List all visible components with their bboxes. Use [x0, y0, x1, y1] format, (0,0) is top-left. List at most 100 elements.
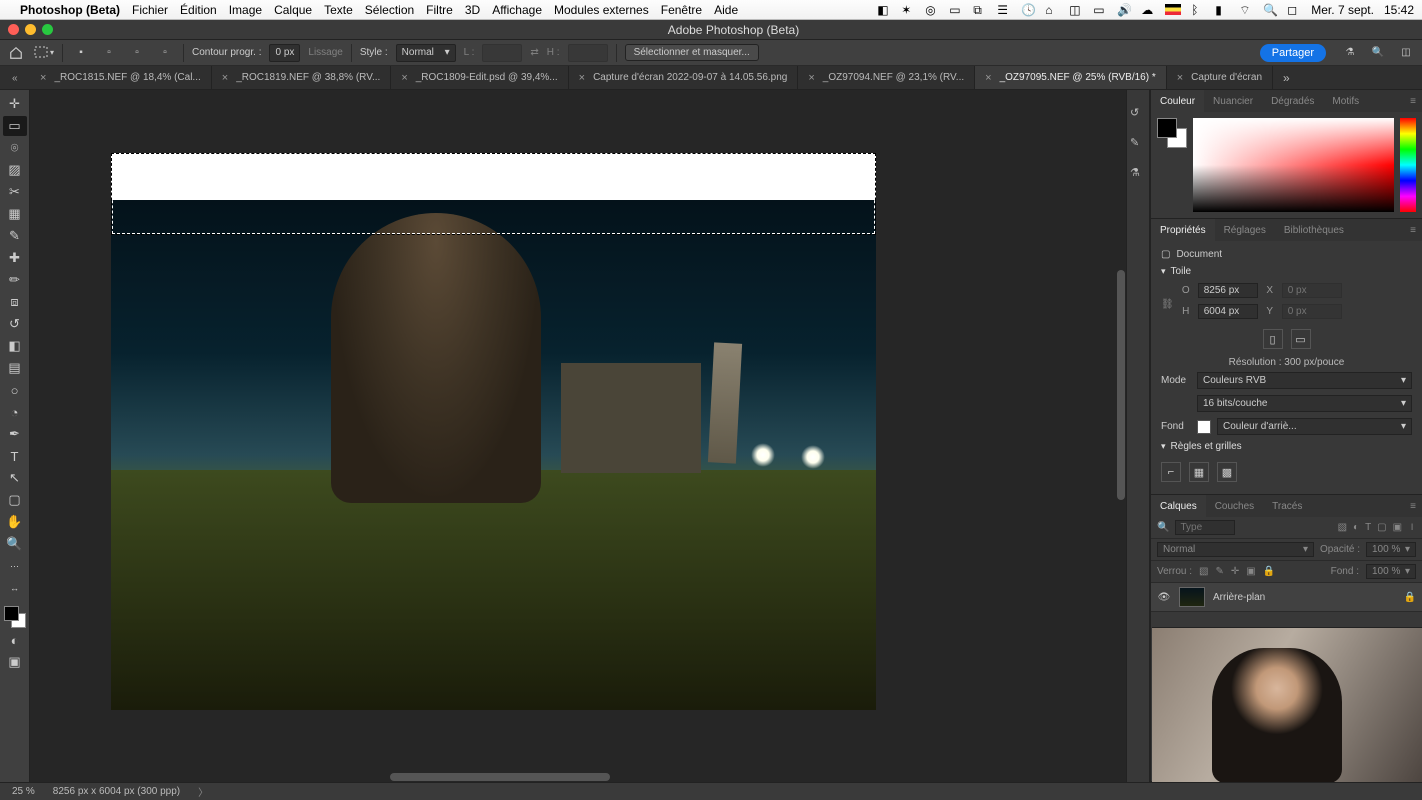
layer-name[interactable]: Arrière-plan	[1213, 592, 1265, 603]
share-button[interactable]: Partager	[1260, 44, 1326, 62]
blend-mode-select[interactable]: Normal▾	[1157, 542, 1314, 557]
close-tab-icon[interactable]: ×	[401, 72, 407, 84]
panel-menu-icon[interactable]: ≡	[1404, 96, 1422, 107]
menu-3d[interactable]: 3D	[465, 3, 480, 17]
rectangle-tool[interactable]: ▢	[3, 490, 27, 510]
doc-tab-5[interactable]: ×_OZ97095.NEF @ 25% (RVB/16) *	[975, 66, 1167, 89]
menu-filtre[interactable]: Filtre	[426, 3, 453, 17]
volume-icon[interactable]: 🔊	[1117, 3, 1131, 17]
color-fg-bg[interactable]	[1157, 118, 1187, 148]
tab-overflow-right[interactable]: »	[1273, 71, 1300, 85]
close-tab-icon[interactable]: ×	[1177, 72, 1183, 84]
workspace-icon[interactable]: ◫	[1396, 43, 1416, 63]
tab-calques[interactable]: Calques	[1151, 495, 1206, 517]
selection-add-icon[interactable]: ▫	[99, 43, 119, 63]
section-toile[interactable]: Toile	[1161, 266, 1412, 277]
tab-reglages[interactable]: Réglages	[1215, 219, 1275, 241]
doc-tab-1[interactable]: ×_ROC1819.NEF @ 38,8% (RV...	[212, 66, 392, 89]
crop-tool[interactable]: ✂	[3, 182, 27, 202]
doc-tab-2[interactable]: ×_ROC1809-Edit.psd @ 39,4%...	[391, 66, 568, 89]
tab-proprietes[interactable]: Propriétés	[1151, 219, 1215, 241]
layer-thumbnail[interactable]	[1179, 587, 1205, 607]
filter-pixel-icon[interactable]: ▧	[1338, 522, 1347, 533]
menuextra-icon-12[interactable]: ☁	[1141, 3, 1155, 17]
lock-transparency-icon[interactable]: ▧	[1199, 566, 1208, 577]
menu-fenetre[interactable]: Fenêtre	[661, 3, 702, 17]
close-tab-icon[interactable]: ×	[808, 72, 814, 84]
menu-calque[interactable]: Calque	[274, 3, 312, 17]
orientation-landscape-icon[interactable]: ▭	[1291, 329, 1311, 349]
minimize-button[interactable]	[25, 24, 36, 35]
app-menu[interactable]: Photoshop (Beta)	[20, 3, 120, 17]
close-tab-icon[interactable]: ×	[579, 72, 585, 84]
orientation-portrait-icon[interactable]: ▯	[1263, 329, 1283, 349]
doc-tab-6[interactable]: ×Capture d'écran	[1167, 66, 1273, 89]
tab-bibliotheques[interactable]: Bibliothèques	[1275, 219, 1353, 241]
link-wh-icon[interactable]: ⛓	[1161, 299, 1174, 310]
status-bar-chevron-icon[interactable]: 〉	[198, 784, 208, 799]
fill-input[interactable]: 100 %▾	[1366, 564, 1416, 579]
menu-fichier[interactable]: Fichier	[132, 3, 168, 17]
panel-menu-icon[interactable]: ≡	[1404, 501, 1422, 512]
bluetooth-icon[interactable]: ᛒ	[1191, 3, 1205, 17]
history-panel-icon[interactable]: ↺	[1130, 106, 1146, 122]
wifi-icon[interactable]: ⌔	[1239, 3, 1253, 17]
vertical-scrollbar[interactable]	[1117, 270, 1125, 500]
lock-pixels-icon[interactable]: ✎	[1215, 566, 1223, 577]
selection-new-icon[interactable]: ▪	[71, 43, 91, 63]
tab-motifs[interactable]: Motifs	[1323, 90, 1368, 112]
document-dimensions[interactable]: 8256 px x 6004 px (300 ppp)	[53, 786, 180, 797]
zoom-level[interactable]: 25 %	[12, 786, 35, 797]
selection-subtract-icon[interactable]: ▫	[127, 43, 147, 63]
menubar-date[interactable]: Mer. 7 sept.	[1311, 3, 1374, 17]
close-tab-icon[interactable]: ×	[40, 72, 46, 84]
lock-position-icon[interactable]: ✛	[1231, 566, 1239, 577]
search-icon[interactable]: 🔍	[1368, 43, 1388, 63]
dodge-tool[interactable]: ◔	[3, 402, 27, 422]
spotlight-icon[interactable]: 🔍	[1263, 3, 1277, 17]
maximize-button[interactable]	[42, 24, 53, 35]
eyedropper-tool[interactable]: ✎	[3, 226, 27, 246]
section-rules[interactable]: Règles et grilles	[1161, 441, 1412, 452]
opacity-input[interactable]: 100 %▾	[1366, 542, 1416, 557]
close-tab-icon[interactable]: ×	[985, 72, 991, 84]
type-tool[interactable]: T	[3, 446, 27, 466]
tab-couleur[interactable]: Couleur	[1151, 90, 1204, 112]
close-button[interactable]	[8, 24, 19, 35]
document-canvas[interactable]	[111, 153, 876, 710]
move-tool[interactable]: ✛	[3, 94, 27, 114]
lasso-tool[interactable]: ⌾	[3, 138, 27, 158]
menuextra-icon-3[interactable]: ◎	[925, 3, 939, 17]
color-mode-select[interactable]: Couleurs RVB▾	[1197, 372, 1412, 389]
history-brush-tool[interactable]: ↺	[3, 314, 27, 334]
control-center-icon[interactable]: ◻	[1287, 3, 1301, 17]
blur-tool[interactable]: ○	[3, 380, 27, 400]
menu-edition[interactable]: Édition	[180, 3, 217, 17]
style-select[interactable]: Normal▾	[396, 44, 456, 62]
menu-selection[interactable]: Sélection	[365, 3, 414, 17]
object-selection-tool[interactable]: ▨	[3, 160, 27, 180]
color-picker-field[interactable]	[1193, 118, 1394, 212]
menu-image[interactable]: Image	[229, 3, 262, 17]
menu-texte[interactable]: Texte	[324, 3, 353, 17]
menuextra-icon-5[interactable]: ⧉	[973, 3, 987, 17]
gradient-tool[interactable]: ▤	[3, 358, 27, 378]
hue-slider[interactable]	[1400, 118, 1416, 212]
lock-all-icon[interactable]: 🔒	[1263, 566, 1275, 577]
filter-shape-icon[interactable]: ▢	[1377, 522, 1386, 533]
marquee-tool-preset[interactable]: ▾	[34, 43, 54, 63]
guides-icon[interactable]: ▩	[1217, 462, 1237, 482]
brush-panel-icon[interactable]: ✎	[1130, 136, 1146, 152]
layer-lock-icon[interactable]: 🔒	[1404, 592, 1416, 603]
grid-icon[interactable]: ▦	[1189, 462, 1209, 482]
quick-mask-tool[interactable]: ◐	[3, 630, 27, 650]
swap-colors-icon[interactable]: ↔	[3, 578, 27, 598]
doc-tab-4[interactable]: ×_OZ97094.NEF @ 23,1% (RV...	[798, 66, 975, 89]
battery-icon[interactable]: ▮	[1215, 3, 1229, 17]
tab-degrades[interactable]: Dégradés	[1262, 90, 1323, 112]
menuextra-icon-9[interactable]: ◫	[1069, 3, 1083, 17]
doc-tab-3[interactable]: ×Capture d'écran 2022-09-07 à 14.05.56.p…	[569, 66, 799, 89]
layer-filter-input[interactable]	[1175, 520, 1235, 535]
menubar-time[interactable]: 15:42	[1384, 3, 1414, 17]
hand-tool[interactable]: ✋	[3, 512, 27, 532]
